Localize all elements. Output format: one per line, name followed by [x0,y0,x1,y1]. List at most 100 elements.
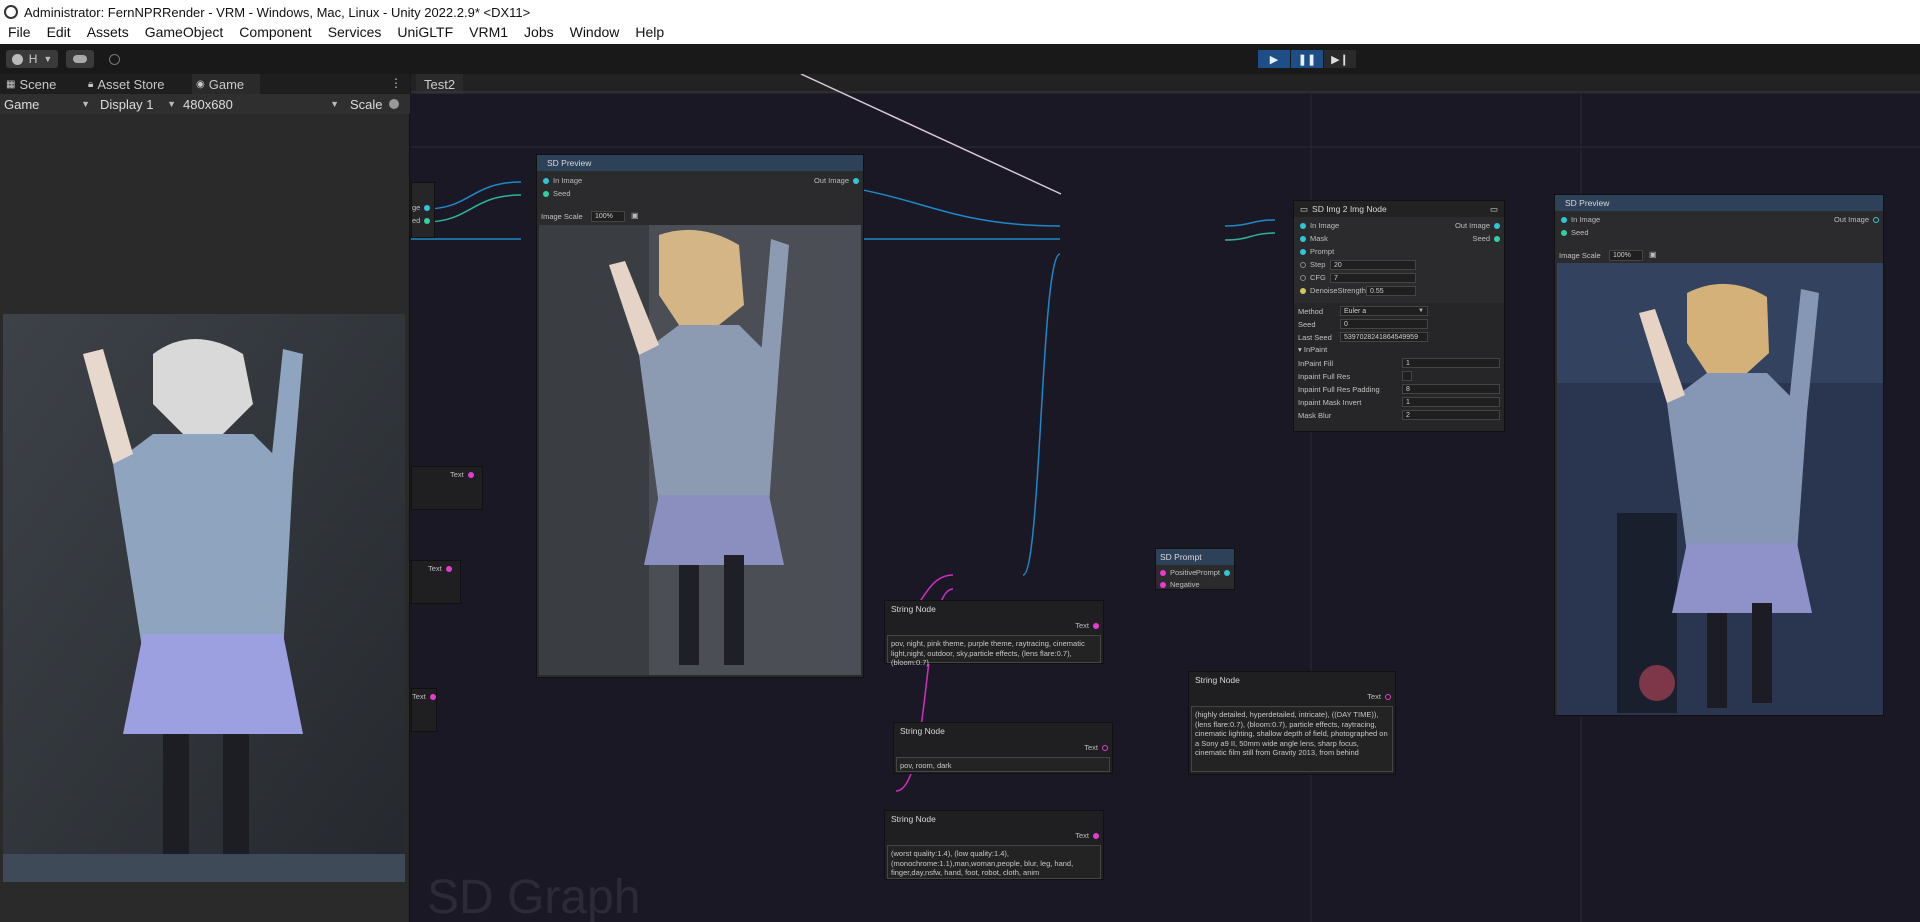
cloud-button[interactable] [66,50,94,68]
port-dot-icon [543,190,549,197]
out-image-port[interactable]: Out Image [1455,221,1500,230]
menu-vrm1[interactable]: VRM1 [461,24,516,40]
node-title: String Node [885,601,1103,617]
port-dot-icon [1102,744,1108,751]
seed-field[interactable]: 0 [1340,319,1428,329]
sd-img2img-node[interactable]: ▭ SD Img 2 Img Node ▭ In Image Mask Prom… [1293,200,1505,432]
left-partial-string-node-1[interactable]: Text [411,466,483,510]
save-icon[interactable]: ▣ [1649,250,1657,259]
image-scale-label: Image Scale [541,212,583,221]
mask-port[interactable]: Mask [1300,234,1328,243]
preview-image-1 [539,225,861,675]
inpaint-foldout[interactable]: ▾ InPaint [1298,345,1327,354]
sd-preview-node-1[interactable]: SD Preview In Image Seed Out Image Image… [536,154,864,678]
more-menu-icon[interactable]: ⋮ [390,76,402,90]
text-out-port[interactable]: Text [1084,743,1108,752]
menu-component[interactable]: Component [231,24,319,40]
inpaint-padding-field[interactable]: 8 [1402,384,1500,394]
out-image-port[interactable]: Out Image [1834,215,1879,224]
tab-asset-store-label: Asset Store [97,76,165,92]
port-dot-icon [1300,222,1306,229]
in-image-port[interactable]: In Image [543,176,582,185]
scale-slider[interactable]: Scale [350,96,408,112]
menu-uniglTF[interactable]: UniGLTF [389,24,461,40]
step-icon: ▶❙ [1331,53,1349,66]
prompt-port[interactable]: Prompt [1300,247,1334,256]
image-scale-dropdown[interactable]: 100% [591,211,625,222]
positive-port[interactable]: Positive [1160,568,1196,577]
left-partial-node[interactable]: ge ed [411,182,435,238]
graph-watermark: SD Graph [427,871,641,922]
prompt-text-area[interactable]: (worst quality:1.4), (low quality:1.4), … [887,845,1101,879]
collapse-icon[interactable]: ▭ [1490,204,1498,215]
inpaint-full-res-checkbox[interactable] [1402,371,1412,381]
chevron-down-icon: ▼ [43,54,53,64]
tab-asset-store[interactable]: 🔒︎ Asset Store [88,74,178,94]
partial-port-image[interactable]: ge [412,203,431,212]
port-dot-icon [424,217,431,224]
cfg-port[interactable]: CFG [1300,273,1326,282]
left-partial-string-node-3[interactable]: Text [411,688,437,732]
port-dot-icon [1160,581,1166,588]
partial-port-seed[interactable]: ed [412,216,431,225]
negative-port[interactable]: Negative [1160,580,1200,589]
port-dot-icon [1561,216,1567,223]
step-port[interactable]: Step [1300,260,1325,269]
collab-button[interactable] [102,50,126,68]
partial-text-port[interactable]: Text [450,470,474,479]
prompt-text-area[interactable]: pov, night, pink theme, purple theme, ra… [887,635,1101,667]
text-out-port[interactable]: Text [1367,692,1391,701]
prompt-text-area[interactable]: (highly detailed, hyperdetailed, intrica… [1191,706,1393,772]
cfg-field[interactable]: 7 [1330,273,1416,283]
tab-scene[interactable]: ▦ Scene [6,74,68,94]
mask-blur-field[interactable]: 2 [1402,410,1500,420]
denoise-field[interactable]: 0.55 [1366,286,1416,296]
prompt-text-area[interactable]: pov, room, dark [896,757,1110,772]
chevron-down-icon: ▼ [167,99,176,109]
out-image-port[interactable]: Out Image [814,176,859,185]
in-image-port[interactable]: In Image [1561,215,1600,224]
string-node-2[interactable]: String Node Text pov, room, dark [893,722,1113,774]
account-dropdown[interactable]: H ▼ [6,50,58,68]
text-out-port[interactable]: Text [1075,621,1099,630]
string-node-3[interactable]: String Node Text (worst quality:1.4), (l… [884,810,1104,880]
partial-text-port[interactable]: Text [428,564,452,573]
resolution-dropdown[interactable]: 480x680 ▼ [183,96,339,112]
step-field[interactable]: 20 [1330,260,1416,270]
left-partial-string-node-2[interactable]: Text [411,560,461,604]
prompt-out-port[interactable]: Prompt [1196,568,1230,577]
inpaint-fill-field[interactable]: 1 [1402,358,1500,368]
display-dropdown[interactable]: Display 1 ▼ [100,96,176,112]
menu-file[interactable]: File [0,24,39,40]
string-node-1[interactable]: String Node Text pov, night, pink theme,… [884,600,1104,667]
denoise-port[interactable]: DenoiseStrength [1300,286,1366,295]
menu-jobs[interactable]: Jobs [516,24,562,40]
menu-window[interactable]: Window [562,24,628,40]
seed-port[interactable]: Seed [543,189,571,198]
game-mode-dropdown[interactable]: Game ▼ [4,96,90,112]
in-image-port[interactable]: In Image [1300,221,1339,230]
save-icon[interactable]: ▣ [631,211,639,220]
seed-port[interactable]: Seed [1561,228,1589,237]
inpaint-mask-invert-field[interactable]: 1 [1402,397,1500,407]
sd-graph-canvas[interactable]: Test2 ge ed Text Text Text SD Preview In… [411,74,1920,922]
menu-help[interactable]: Help [627,24,672,40]
menu-gameobject[interactable]: GameObject [137,24,232,40]
menu-services[interactable]: Services [320,24,390,40]
string-node-4[interactable]: String Node Text (highly detailed, hyper… [1188,671,1396,775]
sd-preview-node-2[interactable]: SD Preview In Image Seed Out Image Image… [1554,194,1884,716]
partial-text-port[interactable]: Text [412,692,436,701]
last-seed-field[interactable]: 5397028241864549959 [1340,332,1428,342]
menu-assets[interactable]: Assets [79,24,137,40]
tab-game[interactable]: ◉ Game [192,74,260,94]
game-mode-value: Game [4,96,40,112]
sd-prompt-node[interactable]: SD Prompt Positive Negative Prompt [1155,548,1235,590]
step-button[interactable]: ▶❙ [1324,50,1356,68]
menu-edit[interactable]: Edit [39,24,79,40]
pause-button[interactable]: ❚❚ [1291,50,1323,68]
image-scale-dropdown[interactable]: 100% [1609,250,1643,261]
seed-out-port[interactable]: Seed [1472,234,1500,243]
play-button[interactable]: ▶ [1258,50,1290,68]
text-out-port[interactable]: Text [1075,831,1099,840]
method-dropdown[interactable]: Euler a ▼ [1340,306,1428,316]
